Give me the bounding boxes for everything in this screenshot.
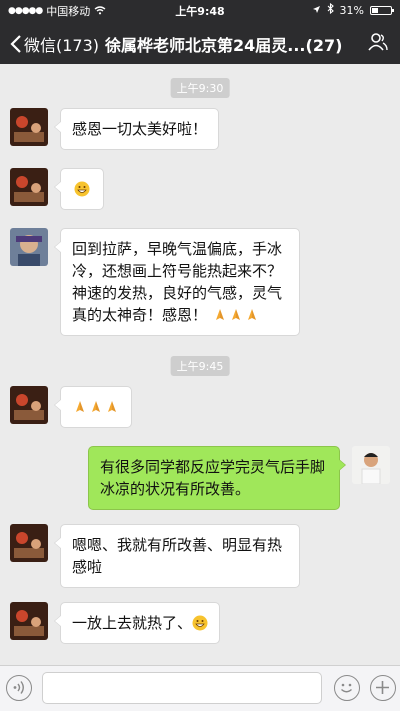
location-arrow-icon (312, 4, 321, 17)
status-right-group: 31% (312, 2, 394, 17)
avatar[interactable] (352, 446, 390, 484)
input-bar (0, 665, 400, 711)
avatar[interactable] (10, 524, 48, 562)
group-members-icon[interactable] (368, 32, 388, 52)
chat-title: 徐属桦老师北京第24届灵...(27) (105, 36, 343, 55)
plus-icon (376, 681, 389, 694)
voice-icon (13, 681, 24, 694)
message-bubble[interactable]: 回到拉萨，早晚气温偏底，手冰冷，还想画上符号能热起来不？神速的发热，良好的气感，… (54, 228, 300, 336)
grinning-face-icon (192, 615, 208, 631)
message-text: 有很多同学都反应学完灵气后手脚冰凉的状况有所改善。 (100, 458, 326, 498)
message-text: 一放上去就热了、 (72, 614, 193, 632)
message-bubble[interactable]: 嗯嗯、我就有所改善、明显有热感啦 (54, 524, 300, 588)
message-row: 回到拉萨，早晚气温偏底，手冰冷，还想画上符号能热起来不？神速的发热，良好的气感，… (10, 228, 300, 336)
message-text: 感恩一切太美好啦！ (72, 120, 208, 138)
message-text: 嗯嗯、我就有所改善、明显有热感啦 (72, 536, 283, 576)
chat-list[interactable]: 上午9:30 感恩一切太美好啦！ 回到拉萨，早晚气温偏底，手冰冷，还想画上符号能… (0, 64, 400, 666)
avatar[interactable] (10, 228, 48, 266)
message-row: 感恩一切太美好啦！ (10, 108, 220, 150)
message-row (10, 386, 132, 428)
avatar[interactable] (10, 108, 48, 146)
battery-icon (370, 5, 394, 15)
message-row-self: 有很多同学都反应学完灵气后手脚冰凉的状况有所改善。 (88, 446, 390, 510)
folded-hands-icon (212, 306, 260, 324)
grinning-face-icon (74, 181, 90, 197)
more-actions-button[interactable] (370, 675, 396, 701)
message-input[interactable] (42, 672, 322, 704)
back-button[interactable]: 微信(173) (10, 32, 99, 56)
avatar[interactable] (10, 386, 48, 424)
message-row (10, 168, 104, 210)
folded-hands-icon (72, 398, 120, 416)
avatar[interactable] (10, 602, 48, 640)
emoji-button[interactable] (334, 675, 360, 701)
message-bubble[interactable]: 感恩一切太美好啦！ (53, 108, 220, 150)
nav-bar: 微信(173) 徐属桦老师北京第24届灵...(27) (0, 20, 400, 64)
status-bar: ●●●●● 中国移动 上午9:48 31% (0, 0, 400, 20)
message-bubble[interactable]: 有很多同学都反应学完灵气后手脚冰凉的状况有所改善。 (88, 446, 346, 510)
voice-toggle-button[interactable] (6, 675, 32, 701)
message-row: 嗯嗯、我就有所改善、明显有热感啦 (10, 524, 300, 588)
message-row: 一放上去就热了、 (10, 602, 221, 644)
back-label: 微信(173) (24, 36, 100, 55)
battery-percent: 31% (339, 3, 364, 17)
message-bubble[interactable] (54, 386, 132, 428)
chevron-left-icon (10, 35, 21, 53)
smiley-icon (341, 683, 352, 693)
message-bubble[interactable] (54, 168, 104, 210)
timestamp-chip: 上午9:30 (170, 78, 230, 98)
avatar[interactable] (10, 168, 48, 206)
bluetooth-icon (327, 2, 334, 17)
timestamp-chip: 上午9:45 (170, 356, 230, 376)
message-bubble[interactable]: 一放上去就热了、 (53, 602, 221, 644)
